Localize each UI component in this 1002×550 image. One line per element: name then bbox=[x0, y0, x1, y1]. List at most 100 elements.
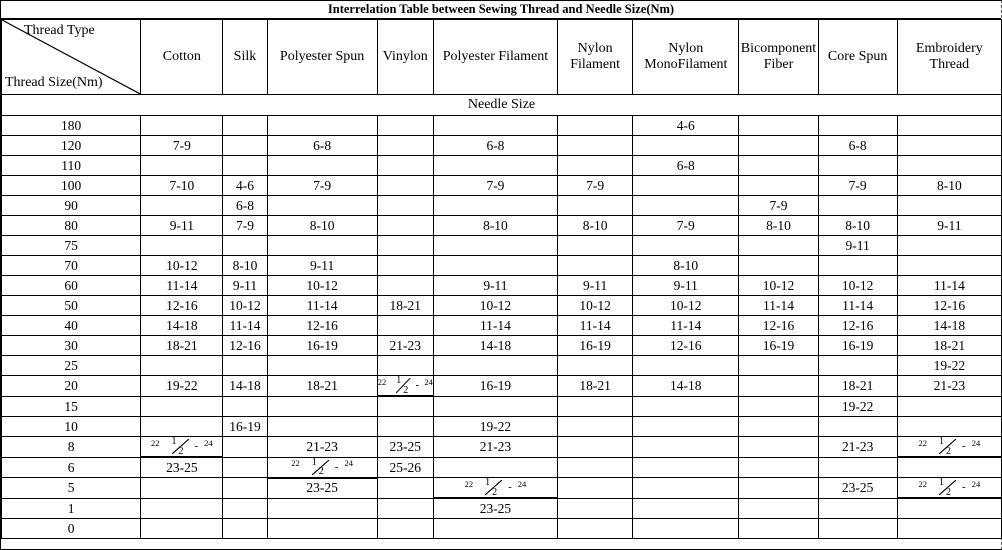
table-row: 15 19-22 bbox=[0, 395, 1002, 417]
cell-core-spun: 7-9 bbox=[817, 175, 898, 196]
cell-polyester-filament: 21-23 bbox=[432, 436, 559, 458]
cell-polyester-spun bbox=[266, 355, 378, 376]
cell-core-spun bbox=[817, 456, 898, 478]
column-header-nylon-monofilament: Nylon MonoFilament bbox=[632, 19, 740, 95]
fraction-value: 22 1 2-24 bbox=[151, 436, 213, 457]
table-row: 20 19-22 14-18 18-21 22 1 2-24 16-19 18-21 14-18 1… bbox=[0, 375, 1002, 397]
cell-cotton: 7-10 bbox=[140, 175, 224, 196]
cell-nylon-monofilament bbox=[632, 135, 740, 156]
cell-nylon-monofilament bbox=[632, 355, 740, 376]
cell-core-spun bbox=[817, 497, 898, 519]
cell-vinylon bbox=[376, 497, 434, 519]
cell-nylon-monofilament bbox=[632, 416, 740, 437]
cell-nylon-monofilament: 12-16 bbox=[632, 335, 740, 356]
row-header-thread-size: 110 bbox=[0, 155, 142, 176]
row-header-thread-size: 90 bbox=[0, 195, 142, 216]
cell-silk bbox=[222, 115, 268, 136]
cell-nylon-filament bbox=[557, 518, 634, 539]
cell-vinylon bbox=[376, 175, 434, 196]
cell-cotton: 9-11 bbox=[140, 215, 224, 236]
fraction-value: 22 1 2-24 bbox=[464, 477, 527, 498]
cell-polyester-filament bbox=[432, 518, 559, 539]
cell-bicomponent-fiber: 10-12 bbox=[738, 275, 819, 296]
cell-nylon-monofilament bbox=[632, 456, 740, 478]
cell-embroidery-thread: 12-16 bbox=[896, 295, 1002, 316]
page-title: Interrelation Table between Sewing Threa… bbox=[1, 1, 1001, 19]
cell-silk: 8-10 bbox=[222, 255, 268, 276]
cell-nylon-filament bbox=[557, 456, 634, 478]
cell-cotton: 7-9 bbox=[140, 135, 224, 156]
cell-vinylon bbox=[376, 477, 434, 499]
cell-cotton bbox=[140, 395, 224, 417]
column-header-polyester-spun: Polyester Spun bbox=[266, 19, 378, 95]
column-header-bicomponent-fiber: Bicomponent Fiber bbox=[738, 19, 819, 95]
cell-polyester-spun: 16-19 bbox=[266, 335, 378, 356]
cell-polyester-spun: 22 1 2-24 bbox=[266, 456, 378, 479]
cell-vinylon: 21-23 bbox=[376, 335, 434, 356]
table-row: 75 9-11 bbox=[0, 235, 1002, 256]
cell-polyester-spun bbox=[266, 497, 378, 519]
cell-nylon-filament bbox=[557, 235, 634, 256]
table-row: 40 14-18 11-14 12-16 11-14 11-14 11-14 12-16 12-… bbox=[0, 315, 1002, 336]
cell-nylon-filament: 18-21 bbox=[557, 375, 634, 397]
corner-header-cell: Thread Type Thread Size(Nm) bbox=[0, 19, 142, 95]
cell-embroidery-thread bbox=[896, 395, 1002, 417]
cell-nylon-filament bbox=[557, 477, 634, 499]
cell-nylon-filament: 9-11 bbox=[557, 275, 634, 296]
cell-polyester-spun: 11-14 bbox=[266, 295, 378, 316]
cell-core-spun: 16-19 bbox=[817, 335, 898, 356]
cell-bicomponent-fiber bbox=[738, 375, 819, 397]
cell-embroidery-thread bbox=[896, 497, 1002, 519]
cell-embroidery-thread bbox=[896, 115, 1002, 136]
cell-silk bbox=[222, 135, 268, 156]
cell-bicomponent-fiber bbox=[738, 497, 819, 519]
cell-nylon-filament: 10-12 bbox=[557, 295, 634, 316]
cell-nylon-filament bbox=[557, 355, 634, 376]
cell-polyester-filament: 23-25 bbox=[432, 497, 559, 519]
cell-polyester-spun bbox=[266, 195, 378, 216]
cell-nylon-filament bbox=[557, 195, 634, 216]
table-row: 180 4-6 bbox=[0, 115, 1002, 136]
cell-cotton bbox=[140, 235, 224, 256]
table-body: 180 4-6 120 7-9 6-8 6-8 6-8 110 6-8 100 7-10 4-6 7-9… bbox=[0, 115, 1002, 539]
row-header-thread-size: 25 bbox=[0, 355, 142, 376]
cell-cotton: 23-25 bbox=[140, 456, 224, 478]
cell-silk bbox=[222, 477, 268, 499]
cell-embroidery-thread bbox=[896, 135, 1002, 156]
cell-nylon-monofilament: 9-11 bbox=[632, 275, 740, 296]
cell-nylon-monofilament: 4-6 bbox=[632, 115, 740, 136]
cell-embroidery-thread: 19-22 bbox=[896, 355, 1002, 376]
cell-vinylon: 18-21 bbox=[376, 295, 434, 316]
cell-silk bbox=[222, 497, 268, 519]
cell-cotton: 10-12 bbox=[140, 255, 224, 276]
cell-polyester-filament bbox=[432, 155, 559, 176]
cell-embroidery-thread: 21-23 bbox=[896, 375, 1002, 397]
cell-embroidery-thread bbox=[896, 235, 1002, 256]
row-header-thread-size: 5 bbox=[0, 477, 142, 499]
cell-polyester-filament: 10-12 bbox=[432, 295, 559, 316]
cell-polyester-spun bbox=[266, 115, 378, 136]
cell-polyester-filament bbox=[432, 255, 559, 276]
fraction-value: 22 1 2-24 bbox=[918, 436, 981, 457]
cell-nylon-filament bbox=[557, 155, 634, 176]
row-header-thread-size: 0 bbox=[0, 518, 142, 539]
cell-cotton: 11-14 bbox=[140, 275, 224, 296]
cell-bicomponent-fiber bbox=[738, 175, 819, 196]
fraction-value: 22 1 2-24 bbox=[918, 477, 981, 498]
cell-nylon-monofilament: 11-14 bbox=[632, 315, 740, 336]
cell-vinylon bbox=[376, 255, 434, 276]
column-header-cotton: Cotton bbox=[140, 19, 224, 95]
cell-nylon-filament bbox=[557, 497, 634, 519]
cell-nylon-monofilament bbox=[632, 235, 740, 256]
cell-vinylon bbox=[376, 315, 434, 336]
cell-vinylon bbox=[376, 215, 434, 236]
cell-silk bbox=[222, 355, 268, 376]
cell-nylon-filament bbox=[557, 395, 634, 417]
cell-silk bbox=[222, 518, 268, 539]
row-header-thread-size: 75 bbox=[0, 235, 142, 256]
cell-core-spun bbox=[817, 518, 898, 539]
row-header-thread-size: 80 bbox=[0, 215, 142, 236]
spreadsheet-sheet: Interrelation Table between Sewing Threa… bbox=[0, 0, 1002, 550]
cell-silk bbox=[222, 235, 268, 256]
cell-core-spun: 23-25 bbox=[817, 477, 898, 499]
